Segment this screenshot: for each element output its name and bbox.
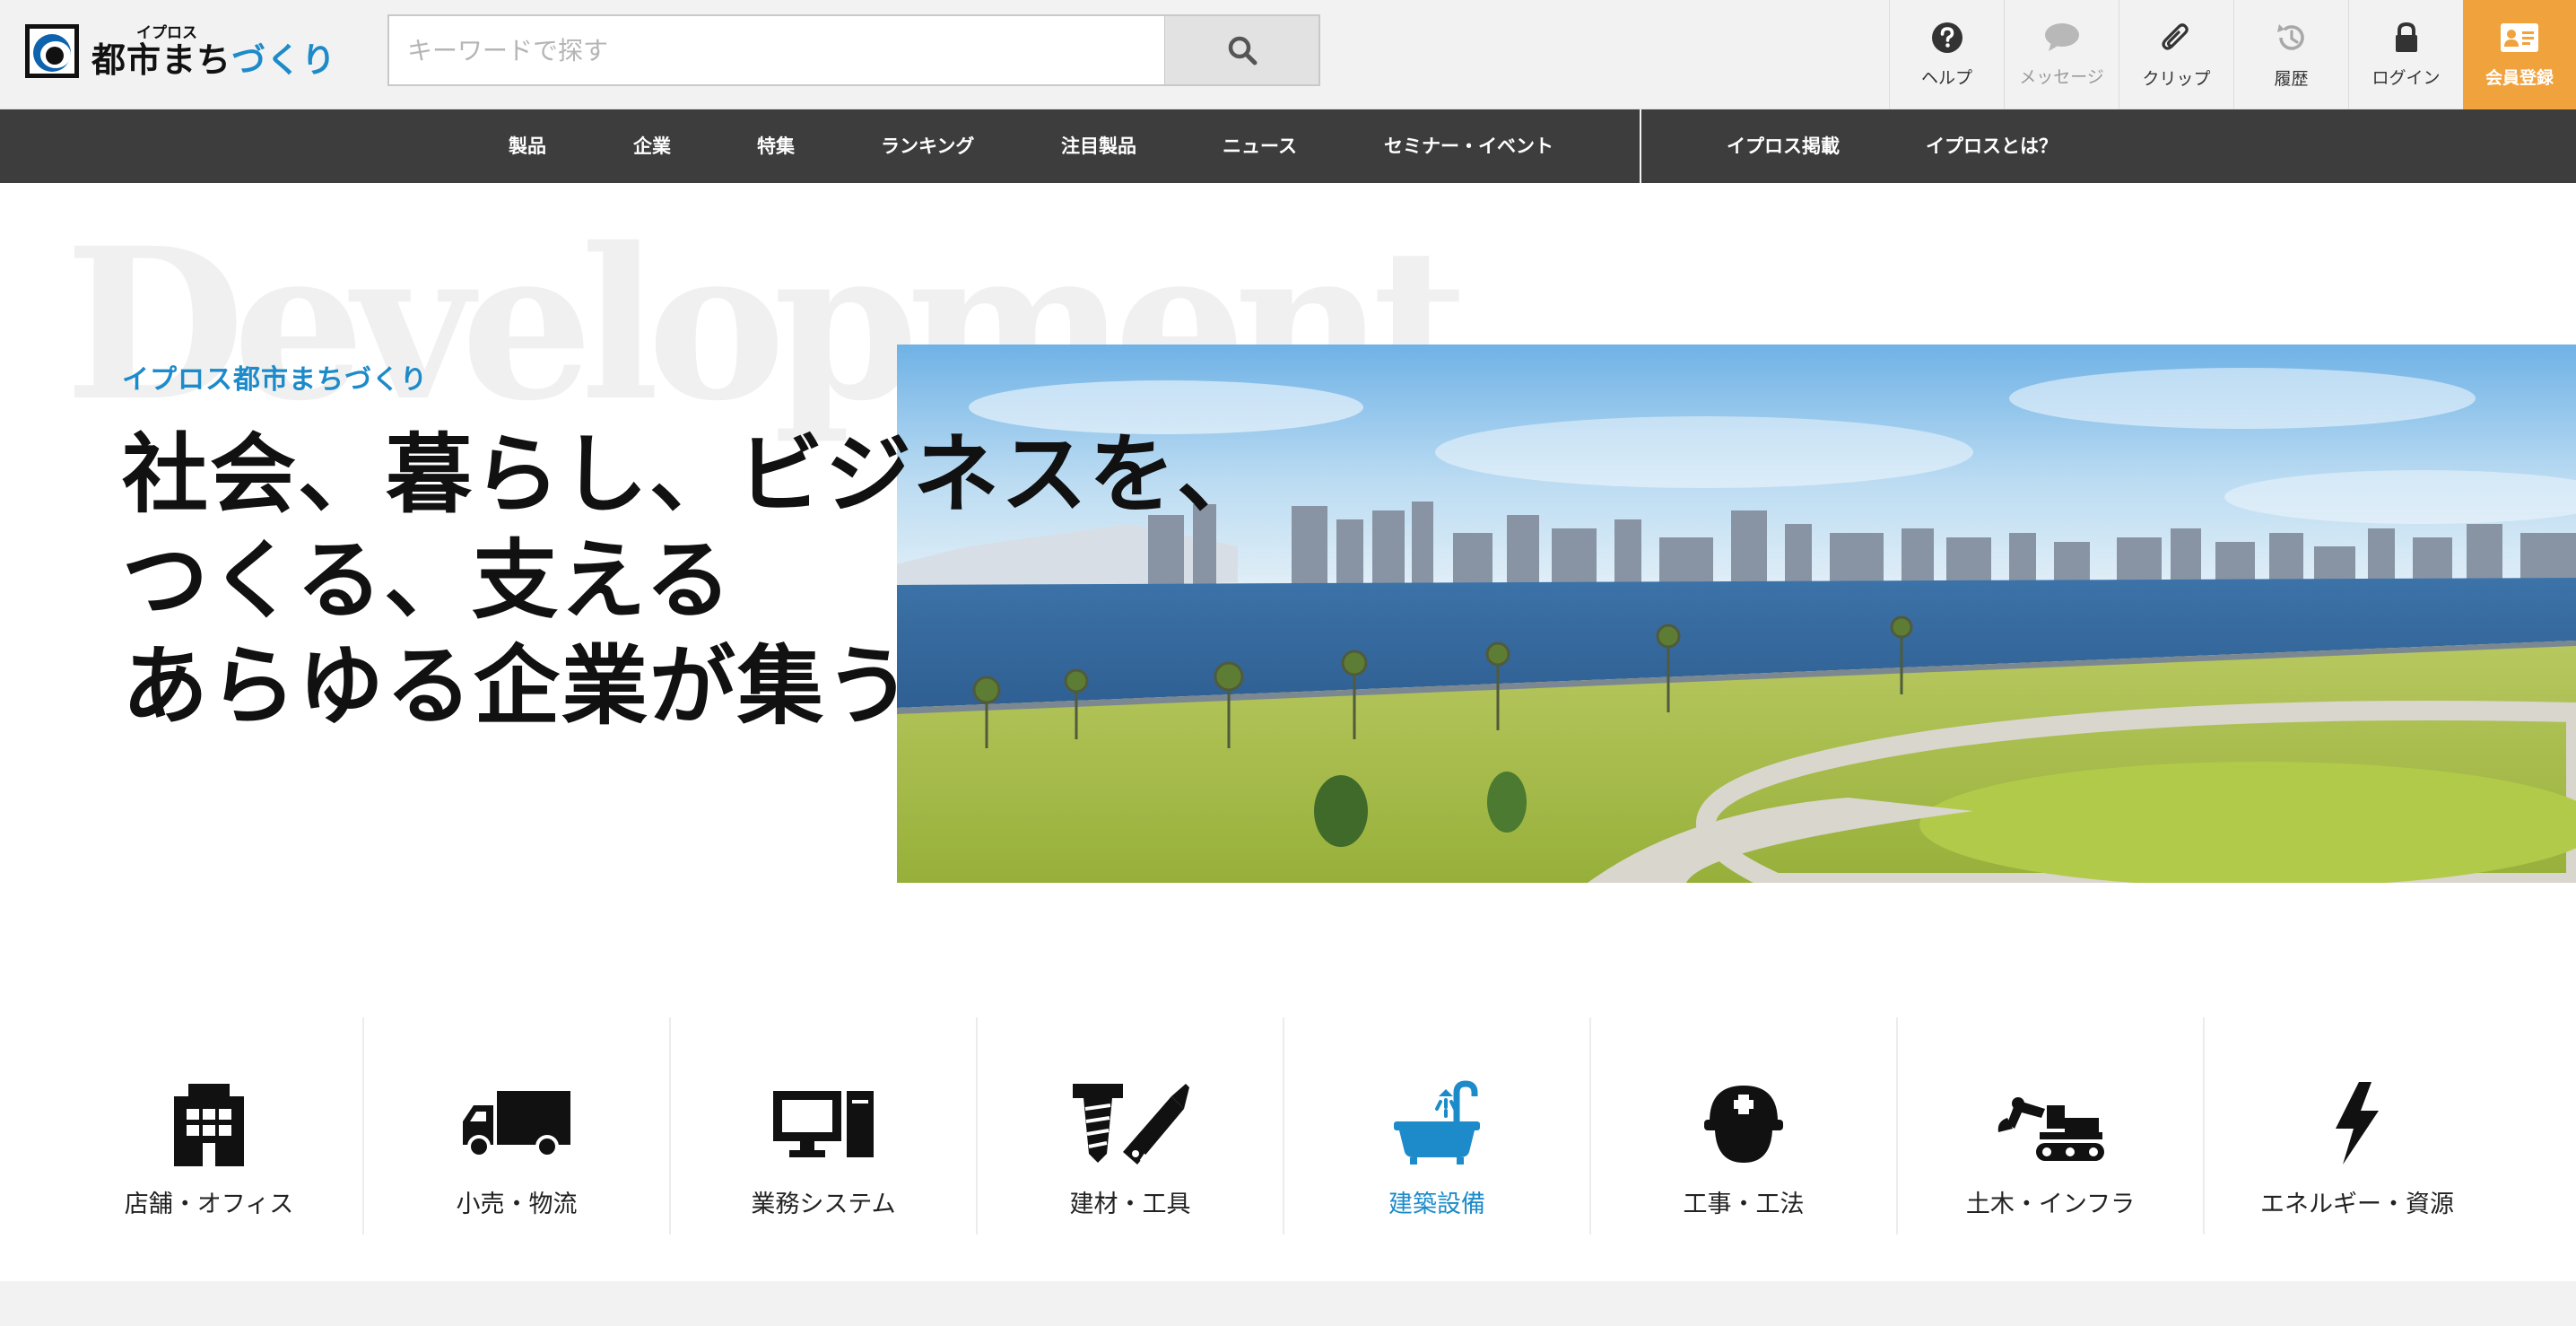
category-label: 土木・インフラ [1965, 1191, 2136, 1218]
main-nav: 製品 企業 特集 ランキング 注目製品 ニュース セミナー・イベント イプロス掲… [0, 109, 2576, 183]
nav-item-companies[interactable]: 企業 [633, 109, 671, 183]
header-tools: ヘルプ メッセージ クリップ 履歴 ログイン 会員登録 [1889, 0, 2576, 109]
nav-item-featured-products[interactable]: 注目製品 [1061, 109, 1136, 183]
logo-brand-small: イプロス [136, 23, 197, 42]
footer-band [0, 1281, 2576, 1326]
computer-icon [773, 1091, 874, 1157]
nav-divider [1640, 109, 1641, 183]
member-card-icon [2501, 22, 2538, 52]
category-label: 業務システム [751, 1191, 896, 1218]
search-input[interactable] [389, 16, 1164, 84]
category-label: 建材・工具 [1069, 1191, 1191, 1218]
help-label: ヘルプ [1920, 67, 1972, 88]
history-button[interactable]: 履歴 [2233, 0, 2348, 109]
lock-icon [2395, 22, 2417, 52]
history-label: 履歴 [2274, 68, 2309, 89]
logo-mark-icon [25, 24, 79, 78]
category-list: 店舗・オフィス 小売・物流 業務システム 建材・工具 建築設備 工事・工法 土木… [56, 1017, 2520, 1234]
category-label: エネルギー・資源 [2260, 1191, 2454, 1218]
message-button[interactable]: メッセージ [2004, 0, 2119, 109]
excavator-icon [1997, 1097, 2104, 1161]
hero-headline-line: つくる、支える [122, 530, 734, 631]
help-icon [1931, 22, 1962, 53]
hero-headline: 社会、暮らし、ビジネスを、 つくる、支える あらゆる企業が集う [122, 422, 1265, 739]
category-construction-methods[interactable]: 工事・工法 [1589, 1017, 1896, 1234]
site-header: イプロス 都市まちづくり ヘルプ メッセージ [0, 0, 2576, 109]
logo-title: 都市まちづくり [91, 39, 337, 80]
nav-item-news[interactable]: ニュース [1223, 109, 1297, 183]
category-building-equipment[interactable]: 建築設備 [1283, 1017, 1589, 1234]
category-retail-logistics[interactable]: 小売・物流 [362, 1017, 669, 1234]
login-button[interactable]: ログイン [2348, 0, 2463, 109]
category-label: 小売・物流 [456, 1191, 578, 1218]
truck-icon [463, 1091, 570, 1158]
category-label: 建築設備 [1388, 1191, 1485, 1218]
message-icon [2044, 22, 2079, 51]
message-label: メッセージ [2019, 66, 2104, 87]
hero-section: Development イプロス都市まちづくり 社会、暮らし、ビジネスを、 つく… [0, 183, 2576, 919]
category-energy-resources[interactable]: エネルギー・資源 [2203, 1017, 2510, 1234]
help-button[interactable]: ヘルプ [1889, 0, 2004, 109]
site-logo[interactable]: イプロス 都市まちづくり [25, 22, 336, 81]
category-label: 店舗・オフィス [124, 1191, 294, 1218]
category-materials-tools[interactable]: 建材・工具 [976, 1017, 1283, 1234]
search-icon [1228, 36, 1257, 65]
history-icon [2276, 23, 2304, 50]
nav-item-listing[interactable]: イプロス掲載 [1727, 109, 1840, 183]
hero-eyebrow: イプロス都市まちづくり [122, 364, 428, 396]
clip-button[interactable]: クリップ [2119, 0, 2233, 109]
category-label: 工事・工法 [1683, 1191, 1805, 1218]
hardhat-icon [1704, 1086, 1783, 1163]
hero-headline-line: 社会、暮らし、ビジネスを、 [122, 424, 1265, 525]
paperclip-icon [2161, 22, 2189, 50]
clip-label: クリップ [2142, 68, 2211, 89]
login-label: ログイン [2371, 67, 2441, 88]
nav-item-ranking[interactable]: ランキング [881, 109, 974, 183]
lightning-icon [2336, 1082, 2379, 1165]
search-bar [387, 14, 1320, 86]
category-shop-office[interactable]: 店舗・オフィス [56, 1017, 362, 1234]
search-button[interactable] [1164, 16, 1318, 84]
hero-headline-line: あらゆる企業が集う [122, 636, 913, 737]
building-icon [174, 1084, 244, 1166]
bathtub-icon [1394, 1080, 1480, 1165]
tools-icon [1073, 1084, 1189, 1165]
nav-item-seminars-events[interactable]: セミナー・イベント [1384, 109, 1553, 183]
category-civil-infrastructure[interactable]: 土木・インフラ [1896, 1017, 2203, 1234]
register-label: 会員登録 [2485, 67, 2554, 88]
nav-item-products[interactable]: 製品 [509, 109, 546, 183]
nav-item-about[interactable]: イプロスとは？ [1926, 109, 2058, 183]
nav-item-features[interactable]: 特集 [757, 109, 795, 183]
register-button[interactable]: 会員登録 [2463, 0, 2576, 109]
category-business-systems[interactable]: 業務システム [669, 1017, 976, 1234]
